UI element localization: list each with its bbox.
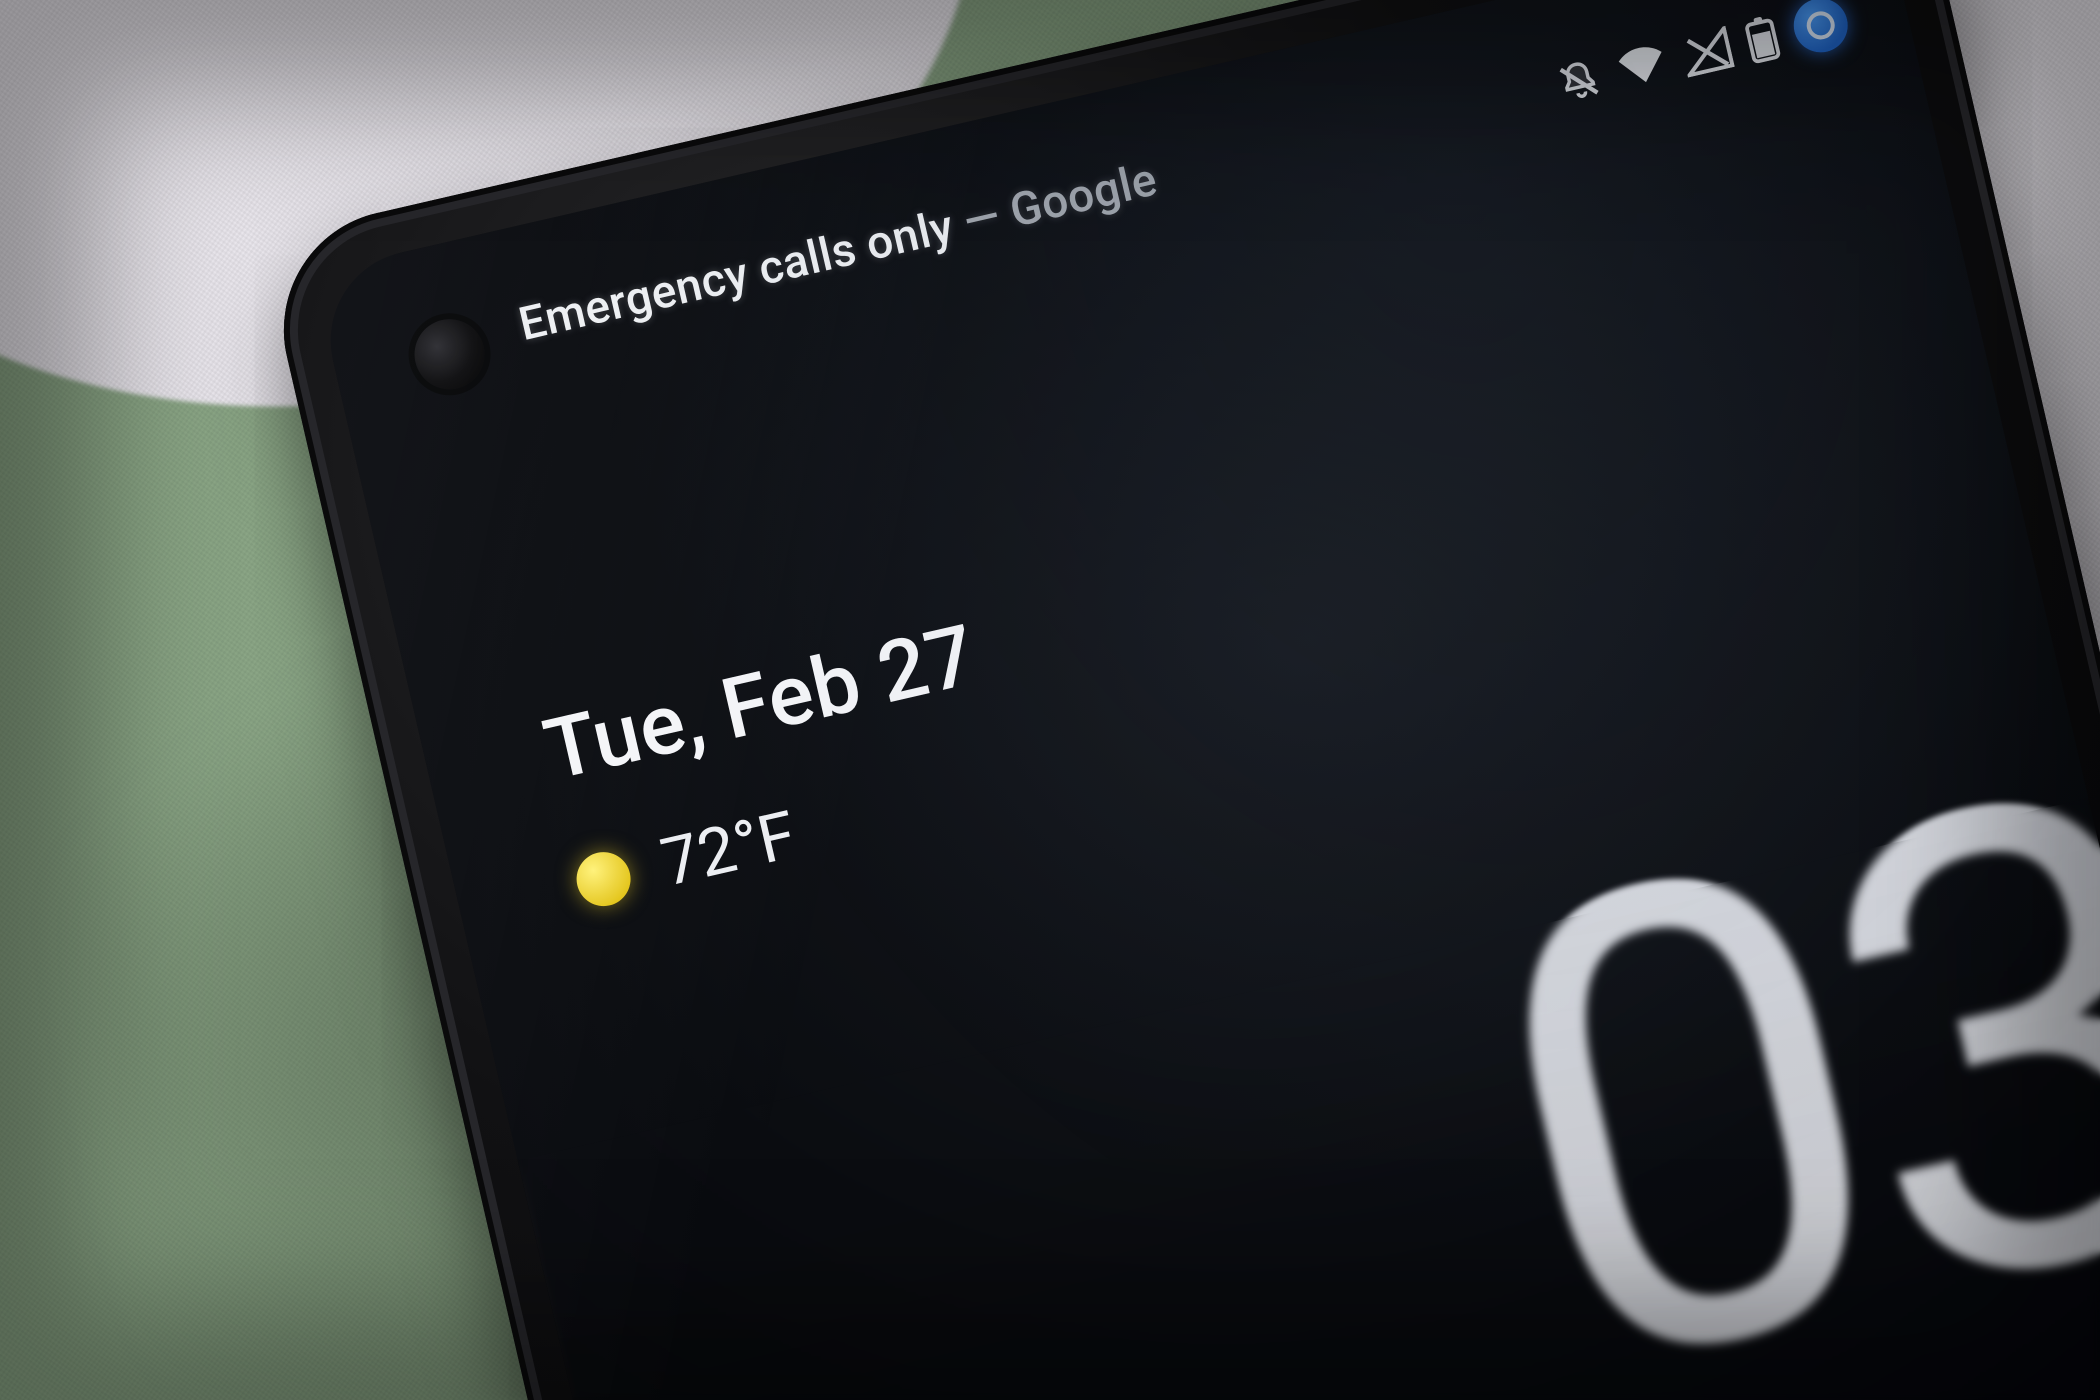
at-a-glance-widget[interactable]: Tue, Feb 27 72°F xyxy=(535,605,1013,922)
glance-temperature: 72°F xyxy=(654,797,803,902)
cellular-no-signal-icon xyxy=(1679,26,1735,78)
lockscreen-clock: 03 xyxy=(1458,759,2100,1400)
status-icons xyxy=(1551,0,1854,113)
punch-hole-camera xyxy=(408,312,492,396)
battery-icon xyxy=(1742,13,1782,65)
dnd-muted-icon xyxy=(1552,54,1607,109)
photo-scene: Emergency calls only — Google xyxy=(0,0,2100,1400)
wifi-icon xyxy=(1615,42,1671,92)
carrier-text-main: Emergency calls only xyxy=(514,200,959,353)
carrier-text-tail: Google xyxy=(1005,153,1162,239)
phone-device: Emergency calls only — Google xyxy=(260,0,2100,1400)
privacy-indicator-icon xyxy=(1788,0,1853,58)
sunny-weather-icon xyxy=(571,846,636,911)
phone-screen[interactable]: Emergency calls only — Google xyxy=(313,0,2100,1400)
